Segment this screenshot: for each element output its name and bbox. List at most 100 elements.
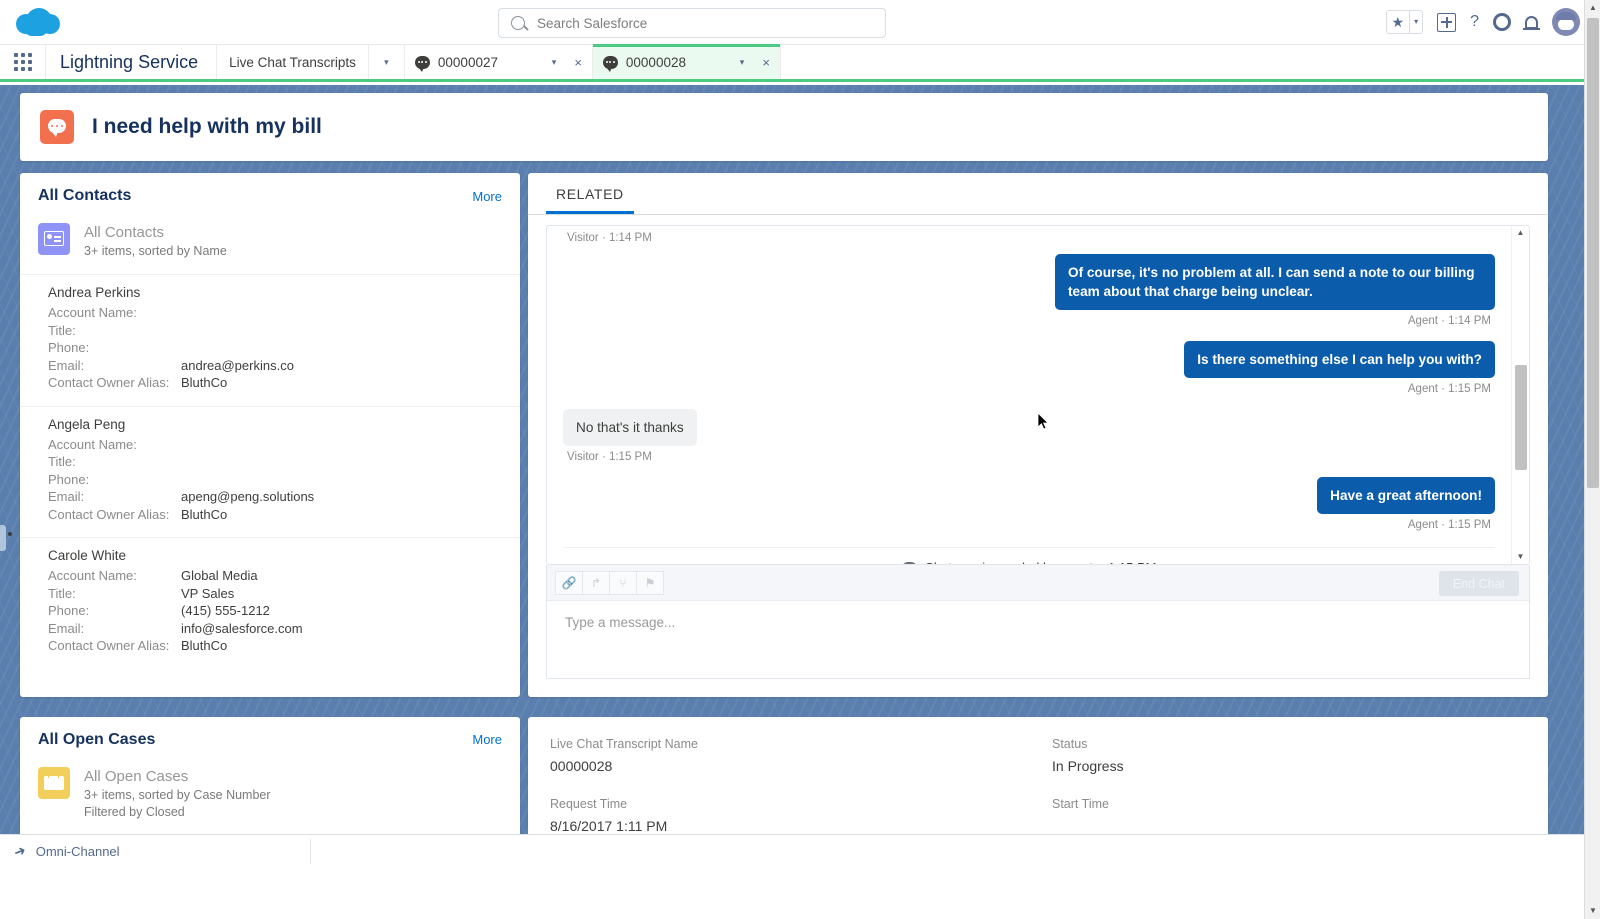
end-chat-button[interactable]: End Chat xyxy=(1438,571,1519,596)
message-meta: Agent · 1:15 PM xyxy=(1407,519,1491,531)
setup-gear-icon[interactable] xyxy=(1493,13,1511,31)
message-bubble: Is there something else I can help you w… xyxy=(1184,341,1495,378)
chat-transcript-wrapper: Visitor · 1:14 PM Of course, it's no pro… xyxy=(528,215,1548,697)
workspace-tab-00000027[interactable]: 00000027 ▾ × xyxy=(405,45,593,79)
scroll-down-icon[interactable]: ▼ xyxy=(1517,550,1525,564)
contacts-icon xyxy=(38,223,70,255)
field-value: apeng@peng.solutions xyxy=(181,489,315,504)
workspace-tab-00000028[interactable]: 00000028 ▾ × xyxy=(592,44,781,79)
omni-channel-icon: ➜ xyxy=(11,841,28,861)
field-label: Account Name: xyxy=(48,568,137,583)
message-input[interactable]: Type a message... xyxy=(546,601,1530,679)
left-column: All Contacts More All Contacts 3+ items,… xyxy=(20,173,520,868)
card-header: All Contacts More xyxy=(20,173,520,219)
attach-link-icon[interactable]: 🔗 xyxy=(555,570,583,595)
message-meta: Visitor · 1:15 PM xyxy=(567,451,652,463)
scroll-up-icon[interactable]: ▲ xyxy=(1585,0,1600,16)
scroll-down-icon[interactable]: ▼ xyxy=(1585,903,1600,919)
chat-message-agent: Is there something else I can help you w… xyxy=(563,341,1495,405)
chat-scrollbar[interactable]: ▲ ▼ xyxy=(1511,226,1529,564)
field-value[interactable]: 00000028 xyxy=(550,755,1024,777)
flag-icon[interactable]: ⚑ xyxy=(636,570,664,595)
field-value: info@salesforce.com xyxy=(181,620,303,636)
record-header: I need help with my bill xyxy=(20,93,1548,161)
scroll-up-icon[interactable]: ▲ xyxy=(1517,226,1525,240)
chat-icon xyxy=(602,55,618,72)
field-value[interactable]: In Progress xyxy=(1052,755,1526,777)
field-label: Contact Owner Alias: xyxy=(48,638,170,653)
field-label: Live Chat Transcript Name xyxy=(550,737,698,751)
field-label: Email: xyxy=(48,357,85,373)
system-message-text: Chat session ended by agent. · 1:15 PM xyxy=(925,560,1157,564)
close-icon[interactable]: × xyxy=(762,55,770,70)
header-icon-group: ★ ▾ ? xyxy=(1385,6,1580,38)
page-scrollbar[interactable]: ▲ ▼ xyxy=(1584,0,1600,919)
utility-bar: ➜ Omni-Channel xyxy=(0,834,1584,868)
field-value: andrea@perkins.co xyxy=(181,357,294,373)
list-view-name[interactable]: All Open Cases xyxy=(84,767,271,787)
list-item[interactable]: Angela Peng Account Name: Title: Phone: … xyxy=(20,405,520,538)
right-column: RELATED Visitor · 1:14 PM Of course, it'… xyxy=(528,173,1548,868)
help-icon[interactable]: ? xyxy=(1470,14,1479,30)
global-header: ★ ▾ ? xyxy=(0,0,1600,45)
app-launcher-button[interactable] xyxy=(0,45,46,79)
field-value: (415) 555-1212 xyxy=(181,603,270,618)
omni-channel-label[interactable]: Omni-Channel xyxy=(36,844,120,859)
favorites-star-icon[interactable]: ★ xyxy=(1387,11,1410,33)
chat-icon xyxy=(901,561,917,564)
add-participant-icon[interactable]: ⑂ xyxy=(609,570,637,595)
message-meta: Agent · 1:15 PM xyxy=(1407,383,1491,395)
salesforce-cloud-logo[interactable] xyxy=(16,6,60,38)
message-bubble: Of course, it's no problem at all. I can… xyxy=(1055,254,1495,310)
favorites-caret-icon[interactable]: ▾ xyxy=(1410,11,1422,33)
field-label: Email: xyxy=(48,489,85,504)
close-icon[interactable]: × xyxy=(574,55,582,70)
chat-message-agent: Have a great afternoon! Agent · 1:15 PM xyxy=(563,477,1495,541)
sidebar-collapse-dot-icon xyxy=(8,532,12,536)
chat-message-agent: Of course, it's no problem at all. I can… xyxy=(563,254,1495,337)
related-tabs: RELATED xyxy=(528,173,1548,215)
divider xyxy=(310,839,311,864)
favorites-control[interactable]: ★ ▾ xyxy=(1385,10,1424,34)
list-view-name[interactable]: All Contacts xyxy=(84,223,227,243)
list-view-subtitle: 3+ items, sorted by Name xyxy=(84,244,227,258)
nav-item-live-chat-transcripts[interactable]: Live Chat Transcripts xyxy=(217,45,369,79)
scrollbar-track[interactable] xyxy=(1514,240,1527,550)
notifications-bell-icon[interactable] xyxy=(1523,15,1540,30)
scrollbar-thumb[interactable] xyxy=(1587,18,1599,488)
search-input[interactable] xyxy=(537,15,857,31)
contact-name[interactable]: Angela Peng xyxy=(48,417,502,432)
user-avatar[interactable] xyxy=(1552,8,1580,36)
sidebar-collapse-handle[interactable] xyxy=(0,525,6,551)
nav-dropdown-caret-icon[interactable]: ▾ xyxy=(369,45,405,79)
transfer-icon[interactable]: ↱ xyxy=(582,570,610,595)
field-label: Title: xyxy=(48,322,76,338)
list-view-subtitle: 3+ items, sorted by Case Number xyxy=(84,787,271,802)
compose-toolbar: 🔗 ↱ ⑂ ⚑ End Chat xyxy=(546,565,1530,601)
field-value: VP Sales xyxy=(181,585,235,601)
chevron-down-icon[interactable]: ▾ xyxy=(552,57,557,68)
chevron-down-icon[interactable]: ▾ xyxy=(740,57,745,68)
chat-icon xyxy=(414,55,430,72)
contact-name[interactable]: Carole White xyxy=(48,548,502,563)
chat-message-list: Visitor · 1:14 PM Of course, it's no pro… xyxy=(547,226,1511,564)
field-value: BluthCo xyxy=(181,506,228,522)
list-item[interactable]: Carole White Account Name: Global Media T… xyxy=(20,537,520,669)
more-link[interactable]: More xyxy=(472,732,502,747)
field-value: BluthCo xyxy=(181,638,228,653)
global-search[interactable] xyxy=(498,8,886,38)
workspace-tab-label: 00000027 xyxy=(437,54,498,70)
field-label: Contact Owner Alias: xyxy=(48,375,170,390)
list-item[interactable]: Andrea Perkins Account Name: Title: Phon… xyxy=(20,274,520,406)
chat-system-message: Chat session ended by agent. · 1:15 PM xyxy=(563,547,1495,564)
list-view-header: All Contacts 3+ items, sorted by Name xyxy=(20,219,520,274)
message-meta: Visitor · 1:14 PM xyxy=(567,232,652,244)
more-link[interactable]: More xyxy=(472,189,502,204)
field-value: BluthCo xyxy=(181,375,228,390)
card-title: All Contacts xyxy=(38,187,132,204)
tab-related[interactable]: RELATED xyxy=(546,186,634,214)
contact-name[interactable]: Andrea Perkins xyxy=(48,285,502,300)
scrollbar-thumb[interactable] xyxy=(1514,365,1527,470)
add-icon[interactable] xyxy=(1437,12,1457,32)
app-name[interactable]: Lightning Service xyxy=(46,45,218,79)
